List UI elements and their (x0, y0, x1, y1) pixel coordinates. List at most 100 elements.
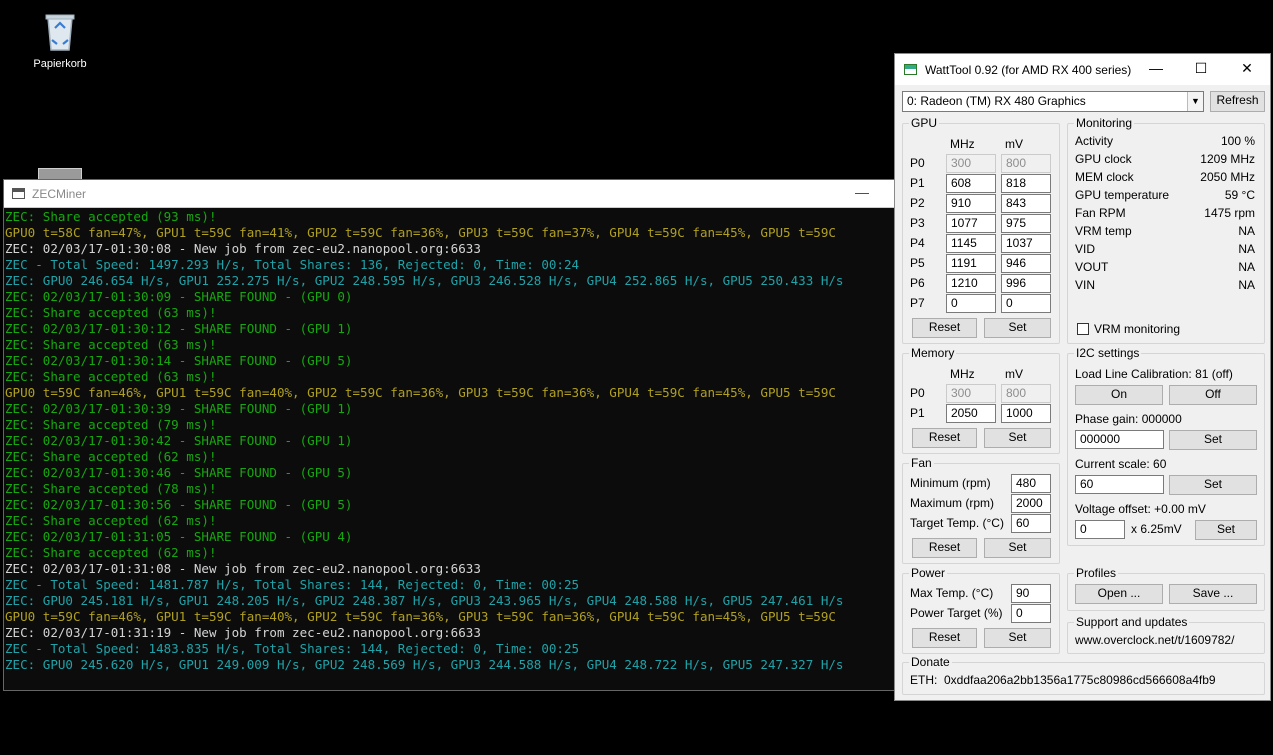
open-profile-button[interactable]: Open ... (1075, 584, 1163, 604)
phase-gain-set-button[interactable]: Set (1169, 430, 1257, 450)
support-link[interactable]: www.overclock.net/t/1609782/ (1075, 633, 1234, 647)
monitor-label: VOUT (1075, 260, 1109, 274)
console-line: ZEC: Share accepted (62 ms)! (5, 545, 217, 560)
power-maxtemp-input[interactable]: 90 (1011, 584, 1051, 603)
console-line: ZEC: Share accepted (63 ms)! (5, 337, 217, 352)
support-legend: Support and updates (1076, 615, 1188, 629)
current-scale-input[interactable]: 60 (1075, 475, 1164, 494)
monitor-value: NA (1238, 278, 1255, 292)
save-profile-button[interactable]: Save ... (1169, 584, 1257, 604)
console-line: ZEC: GPU0 245.620 H/s, GPU1 249.009 H/s,… (5, 657, 844, 672)
console-line: ZEC: 02/03/17-01:31:05 - SHARE FOUND - (… (5, 529, 353, 544)
power-reset-button[interactable]: Reset (912, 628, 977, 648)
current-scale-set-button[interactable]: Set (1169, 475, 1257, 495)
memory-mhz-input[interactable]: 2050 (946, 404, 996, 423)
chevron-down-icon[interactable]: ▼ (1187, 92, 1203, 111)
memory-set-button[interactable]: Set (984, 428, 1051, 448)
console-line: ZEC: Share accepted (79 ms)! (5, 417, 217, 432)
gpu-mhz-input[interactable]: 1145 (946, 234, 996, 253)
memory-mv-input[interactable]: 1000 (1001, 404, 1051, 423)
eth-address: 0xddfaa206a2bb1356a1775c80986cd566608a4f… (944, 673, 1216, 687)
console-line: ZEC: 02/03/17-01:30:56 - SHARE FOUND - (… (5, 497, 353, 512)
gpu-mv-input[interactable]: 818 (1001, 174, 1051, 193)
power-target-input[interactable]: 0 (1011, 604, 1051, 623)
gpu-mhz-input: 300 (946, 154, 996, 173)
gpu-pstate-label: P4 (910, 236, 925, 250)
gpu-set-button[interactable]: Set (984, 318, 1051, 338)
gpu-pstate-label: P1 (910, 176, 925, 190)
minimize-icon[interactable]: — (855, 184, 869, 200)
console-line: GPU0 t=58C fan=47%, GPU1 t=59C fan=41%, … (5, 225, 836, 240)
device-select[interactable]: 0: Radeon (TM) RX 480 Graphics ▼ (902, 91, 1204, 112)
gpu-mhz-input[interactable]: 0 (946, 294, 996, 313)
gpu-mv-input[interactable]: 996 (1001, 274, 1051, 293)
fan-legend: Fan (911, 456, 932, 470)
watttool-titlebar[interactable]: WattTool 0.92 (for AMD RX 400 series) (895, 54, 1270, 85)
phase-gain-input[interactable]: 000000 (1075, 430, 1164, 449)
gpu-pstate-label: P0 (910, 156, 925, 170)
memory-pstate-label: P0 (910, 386, 925, 400)
close-icon[interactable]: ✕ (1237, 60, 1257, 77)
console-line: ZEC: 02/03/17-01:30:14 - SHARE FOUND - (… (5, 353, 353, 368)
fan-max-label: Maximum (rpm) (910, 496, 994, 510)
gpu-pstate-label: P6 (910, 276, 925, 290)
monitoring-legend: Monitoring (1076, 116, 1133, 130)
console-line: GPU0 t=59C fan=46%, GPU1 t=59C fan=40%, … (5, 609, 836, 624)
zecminer-window[interactable]: ZECMiner — ZEC: Share accepted (93 ms)! G… (3, 179, 896, 691)
voltage-offset-set-button[interactable]: Set (1195, 520, 1257, 540)
monitor-value: NA (1238, 224, 1255, 238)
gpu-mhz-input[interactable]: 1210 (946, 274, 996, 293)
console-line: ZEC: GPU0 246.654 H/s, GPU1 252.275 H/s,… (5, 273, 844, 288)
monitor-value: 2050 MHz (1200, 170, 1255, 184)
console-line: ZEC: 02/03/17-01:30:39 - SHARE FOUND - (… (5, 401, 353, 416)
fan-max-input[interactable]: 2000 (1011, 494, 1051, 513)
llc-on-button[interactable]: On (1075, 385, 1163, 405)
gpu-mv-input[interactable]: 946 (1001, 254, 1051, 273)
donate-legend: Donate (911, 655, 950, 669)
memory-mhz-input: 300 (946, 384, 996, 403)
monitor-value: 1209 MHz (1200, 152, 1255, 166)
memory-reset-button[interactable]: Reset (912, 428, 977, 448)
gpu-reset-button[interactable]: Reset (912, 318, 977, 338)
llc-label: Load Line Calibration: 81 (off) (1075, 367, 1233, 381)
monitor-label: VID (1075, 242, 1096, 256)
gpu-mv-header: mV (1005, 137, 1023, 151)
console-line: ZEC: 02/03/17-01:30:08 - New job from ze… (5, 241, 481, 256)
gpu-mv-input: 800 (1001, 154, 1051, 173)
gpu-mhz-input[interactable]: 910 (946, 194, 996, 213)
maximize-icon[interactable]: ☐ (1191, 60, 1211, 77)
memory-pstate-label: P1 (910, 406, 925, 420)
console-output: ZEC: Share accepted (93 ms)! GPU0 t=58C f… (4, 208, 895, 673)
i2c-legend: I2C settings (1076, 346, 1140, 360)
monitor-value: NA (1238, 260, 1255, 274)
llc-off-button[interactable]: Off (1169, 385, 1257, 405)
console-line: ZEC: 02/03/17-01:30:42 - SHARE FOUND - (… (5, 433, 353, 448)
console-line: ZEC - Total Speed: 1483.835 H/s, Total S… (5, 641, 580, 656)
memory-mv-header: mV (1005, 367, 1023, 381)
fan-set-button[interactable]: Set (984, 538, 1051, 558)
recycle-bin-icon (45, 14, 75, 51)
gpu-mv-input[interactable]: 843 (1001, 194, 1051, 213)
gpu-mv-input[interactable]: 0 (1001, 294, 1051, 313)
gpu-mhz-input[interactable]: 1191 (946, 254, 996, 273)
power-set-button[interactable]: Set (984, 628, 1051, 648)
fan-target-input[interactable]: 60 (1011, 514, 1051, 533)
vrm-monitoring-label: VRM monitoring (1094, 322, 1181, 336)
refresh-button[interactable]: Refresh (1210, 91, 1265, 112)
vrm-monitoring-checkbox[interactable] (1077, 323, 1089, 335)
gpu-pstate-label: P2 (910, 196, 925, 210)
gpu-pstate-label: P7 (910, 296, 925, 310)
voltage-offset-input[interactable]: 0 (1075, 520, 1125, 539)
console-titlebar[interactable]: ZECMiner — (4, 180, 895, 208)
gpu-mv-input[interactable]: 975 (1001, 214, 1051, 233)
gpu-mhz-input[interactable]: 1077 (946, 214, 996, 233)
recycle-bin[interactable]: Papierkorb (22, 10, 98, 70)
gpu-mhz-input[interactable]: 608 (946, 174, 996, 193)
watttool-window[interactable]: WattTool 0.92 (for AMD RX 400 series) — … (894, 53, 1271, 701)
fan-reset-button[interactable]: Reset (912, 538, 977, 558)
gpu-mv-input[interactable]: 1037 (1001, 234, 1051, 253)
console-line: ZEC: 02/03/17-01:30:12 - SHARE FOUND - (… (5, 321, 353, 336)
console-line: ZEC: Share accepted (78 ms)! (5, 481, 217, 496)
minimize-icon[interactable]: — (1146, 60, 1166, 76)
fan-min-input[interactable]: 480 (1011, 474, 1051, 493)
